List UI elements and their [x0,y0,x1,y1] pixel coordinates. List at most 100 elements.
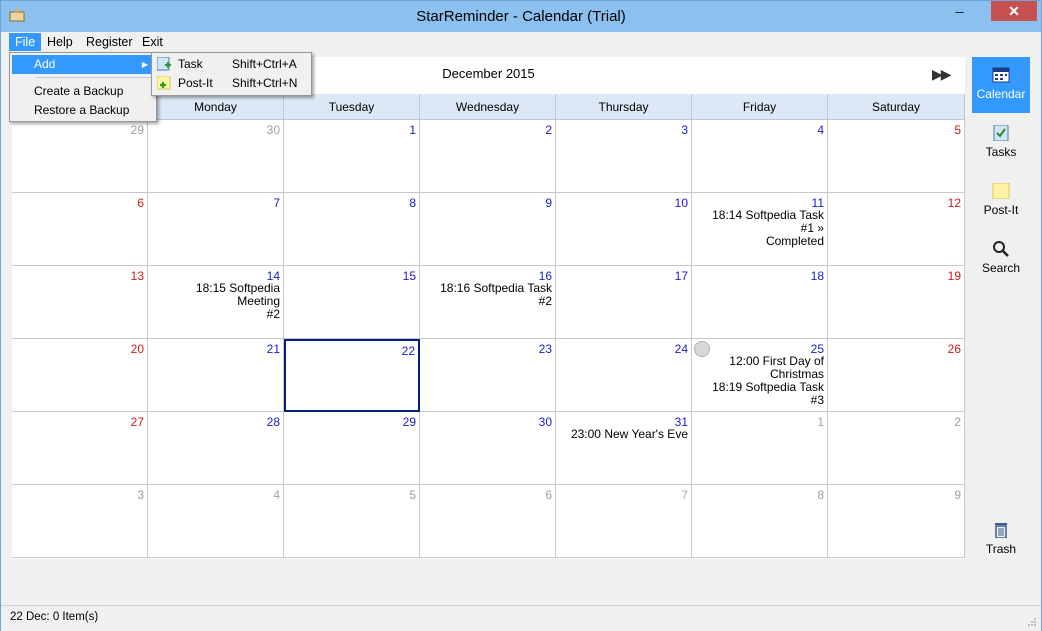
day-cell[interactable]: 13 [12,266,148,339]
day-cell[interactable]: 14 18:15 Softpedia Meeting #2 [148,266,284,339]
day-cell[interactable]: 6 [420,485,556,558]
day-cell[interactable]: 9 [420,193,556,266]
day-number: 23 [538,342,552,356]
menu-exit[interactable]: Exit [136,33,169,51]
day-number: 19 [947,269,961,283]
day-number: 3 [137,488,144,502]
event-text[interactable]: Completed [696,235,824,248]
sidebar-item-trash[interactable]: Trash [972,512,1030,568]
title-bar: StarReminder - Calendar (Trial) – □ ✕ [1,1,1041,32]
event-text[interactable]: 18:19 Softpedia Task #3 [696,381,824,407]
weekday-header: Tuesday [284,94,420,120]
day-number: 4 [817,123,824,137]
menu-item-label: Add [34,57,56,71]
window-title: StarReminder - Calendar (Trial) [416,8,626,25]
day-cell[interactable]: 23 [420,339,556,412]
submenu-arrow-icon: ▶ [141,60,148,69]
day-cell[interactable]: 12 [828,193,965,266]
day-number: 29 [402,415,416,429]
day-cell[interactable]: 25 12:00 First Day of Christmas 18:19 Softp… [692,339,828,412]
sidebar-item-tasks[interactable]: Tasks [972,115,1030,171]
menu-help[interactable]: Help [41,33,79,51]
resize-grip-icon[interactable] [1027,617,1037,627]
day-cell[interactable]: 27 [12,412,148,485]
day-cell[interactable]: 8 [284,193,420,266]
menu-bar: File Help Register Exit [1,32,1041,52]
day-number: 9 [545,196,552,210]
day-cell[interactable]: 9 [828,485,965,558]
day-cell[interactable]: 6 [12,193,148,266]
day-cell[interactable]: 7 [556,485,692,558]
day-cell[interactable]: 2 [420,120,556,193]
day-number: 8 [817,488,824,502]
trash-icon [995,523,1007,538]
calendar-icon [992,67,1010,83]
day-cell[interactable]: 10 [556,193,692,266]
task-add-icon [157,57,171,71]
day-cell[interactable]: 16 18:16 Softpedia Task #2 [420,266,556,339]
day-cell[interactable]: 17 [556,266,692,339]
event-text[interactable]: 18:16 Softpedia Task #2 [424,282,552,308]
day-number: 5 [954,123,961,137]
day-number: 6 [545,488,552,502]
day-cell[interactable]: 2 [828,412,965,485]
day-cell[interactable]: 3 [556,120,692,193]
sidebar-item-postit[interactable]: Post-It [972,173,1030,229]
day-cell[interactable]: 29 [12,120,148,193]
day-number: 1 [409,123,416,137]
day-cell[interactable]: 4 [692,120,828,193]
menu-item-restore-backup[interactable]: Restore a Backup [12,101,152,120]
sidebar-item-label: Trash [985,542,1017,556]
day-cell[interactable]: 31 23:00 New Year's Eve [556,412,692,485]
menu-file[interactable]: File [9,33,42,51]
day-cell[interactable]: 24 [556,339,692,412]
day-cell[interactable]: 11 18:14 Softpedia Task #1 » Completed [692,193,828,266]
day-cell[interactable]: 1 [284,120,420,193]
search-icon [993,241,1009,257]
day-number: 1 [817,415,824,429]
day-number: 26 [947,342,961,356]
day-cell[interactable]: 20 [12,339,148,412]
minimize-button[interactable]: – [946,1,973,21]
menu-item-create-backup[interactable]: Create a Backup [12,82,152,101]
event-text[interactable]: 23:00 New Year's Eve [560,428,688,441]
day-cell[interactable]: 18 [692,266,828,339]
day-cell[interactable]: 8 [692,485,828,558]
day-cell[interactable]: 26 [828,339,965,412]
event-text[interactable]: 18:15 Softpedia Meeting [152,282,280,308]
day-cell[interactable]: 28 [148,412,284,485]
submenu-item-task[interactable]: Task Shift+Ctrl+A [154,55,307,74]
day-cell[interactable]: 7 [148,193,284,266]
day-cell[interactable]: 4 [148,485,284,558]
day-cell[interactable]: 21 [148,339,284,412]
day-number: 30 [266,123,280,137]
weekday-header: Wednesday [420,94,556,120]
day-cell[interactable]: 30 [420,412,556,485]
day-cell[interactable]: 5 [828,120,965,193]
day-cell[interactable]: 1 [692,412,828,485]
day-number: 27 [130,415,144,429]
event-list: 18:16 Softpedia Task #2 [424,282,552,308]
menu-separator [36,77,152,78]
day-cell[interactable]: 22 [284,339,420,412]
day-cell[interactable]: 5 [284,485,420,558]
day-cell[interactable]: 30 [148,120,284,193]
day-cell[interactable]: 15 [284,266,420,339]
sidebar: Calendar Tasks Post-It Search Trash [972,57,1031,569]
menu-item-add[interactable]: Add ▶ [12,55,152,74]
sidebar-item-calendar[interactable]: Calendar [972,57,1030,113]
next-month-icon[interactable]: ▶▶ [932,66,951,83]
day-number: 9 [954,488,961,502]
day-number: 7 [273,196,280,210]
submenu-item-postit[interactable]: Post-It Shift+Ctrl+N [154,74,307,93]
close-button[interactable]: ✕ [991,1,1037,21]
event-list: 18:14 Softpedia Task #1 » Completed [696,209,824,248]
day-cell[interactable]: 29 [284,412,420,485]
day-cell[interactable]: 3 [12,485,148,558]
event-text[interactable]: 18:14 Softpedia Task #1 » [696,209,824,235]
day-cell[interactable]: 19 [828,266,965,339]
menu-register[interactable]: Register [80,33,139,51]
sidebar-item-search[interactable]: Search [972,231,1030,287]
sidebar-item-label: Post-It [983,203,1019,217]
event-text[interactable]: #2 [152,308,280,321]
